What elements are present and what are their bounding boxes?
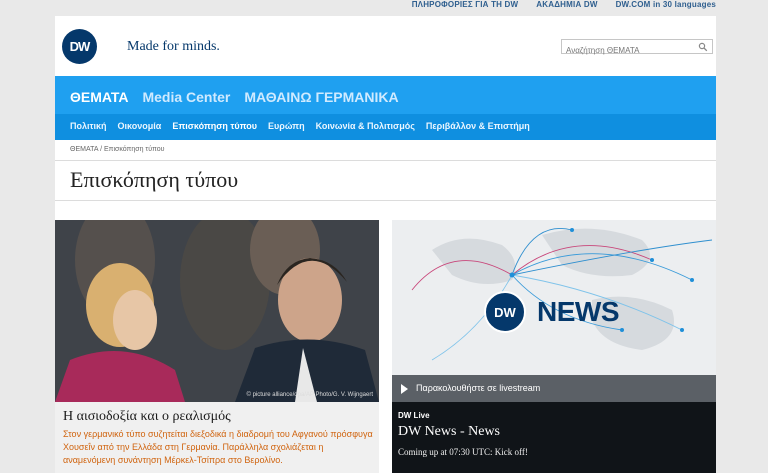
article-headline[interactable]: Η αισιοδοξία και ο ρεαλισμός bbox=[63, 409, 231, 425]
svg-text:DW: DW bbox=[494, 305, 516, 320]
search-box bbox=[561, 39, 713, 57]
subnav-environment-science[interactable]: Περιβάλλον & Επιστήμη bbox=[426, 121, 530, 131]
dw-news-card[interactable]: DW NEWS Παρακολουθήστε σε livestream DW … bbox=[392, 220, 716, 473]
dw-news-caption: DW Live DW News - News Coming up at 07:3… bbox=[392, 402, 716, 473]
play-icon[interactable] bbox=[401, 384, 408, 394]
header: DW Made for minds. bbox=[55, 16, 716, 76]
dw-news-map-graphic[interactable]: DW NEWS bbox=[392, 220, 716, 375]
photo-credit: © picture alliance/dpa/AP Photo/G. V. Wi… bbox=[246, 392, 374, 398]
article-caption: Η αισιοδοξία και ο ρεαλισμός Στον γερμαν… bbox=[55, 402, 379, 473]
toplink-languages[interactable]: DW.COM in 30 languages bbox=[616, 0, 716, 14]
search-icon[interactable] bbox=[698, 42, 708, 52]
article-card[interactable]: © picture alliance/dpa/AP Photo/G. V. Wi… bbox=[55, 220, 379, 473]
subnav-society-culture[interactable]: Κοινωνία & Πολιτισμός bbox=[316, 121, 415, 131]
dw-news-headline[interactable]: DW News - News bbox=[398, 424, 500, 440]
nav-learn-german[interactable]: ΜΑΘΑΙΝΩ ΓΕΡΜΑΝΙΚΑ bbox=[244, 89, 398, 105]
toplink-about[interactable]: ΠΛΗΡΟΦΟΡΙΕΣ ΓΙΑ ΤΗ DW bbox=[412, 0, 519, 14]
breadcrumb[interactable]: ΘΕΜΑΤΑ / Επισκόπηση τύπου bbox=[70, 146, 164, 153]
dw-logo-text: DW bbox=[69, 39, 91, 54]
sub-navigation: Πολιτική Οικονομία Επισκόπηση τύπου Ευρώ… bbox=[55, 114, 716, 140]
top-links: ΠΛΗΡΟΦΟΡΙΕΣ ΓΙΑ ΤΗ DW ΑΚΑΔΗΜΙΑ DW DW.COM… bbox=[412, 0, 716, 14]
subnav-economy[interactable]: Οικονομία bbox=[118, 121, 162, 131]
divider bbox=[55, 160, 716, 161]
livestream-bar[interactable]: Παρακολουθήστε σε livestream bbox=[392, 375, 716, 402]
page-container: DW Made for minds. ΘΕΜΑΤΑ Media Center Μ… bbox=[55, 16, 716, 473]
article-photo[interactable]: © picture alliance/dpa/AP Photo/G. V. Wi… bbox=[55, 220, 379, 402]
dw-logo[interactable]: DW bbox=[62, 29, 97, 64]
photo-illustration bbox=[55, 220, 379, 402]
page-title: Επισκόπηση τύπου bbox=[70, 167, 239, 192]
search-input[interactable] bbox=[562, 44, 700, 57]
dw-news-subtitle: Coming up at 07:30 UTC: Kick off! bbox=[398, 447, 528, 457]
article-summary[interactable]: Στον γερμανικό τύπο συζητείται διεξοδικά… bbox=[63, 428, 375, 467]
dw-live-kicker: DW Live bbox=[398, 411, 430, 420]
subnav-press-review[interactable]: Επισκόπηση τύπου bbox=[172, 121, 257, 131]
toplink-academy[interactable]: ΑΚΑΔΗΜΙΑ DW bbox=[536, 0, 597, 14]
subnav-europe[interactable]: Ευρώπη bbox=[268, 121, 305, 131]
main-navigation: ΘΕΜΑΤΑ Media Center ΜΑΘΑΙΝΩ ΓΕΡΜΑΝΙΚΑ Πο… bbox=[55, 76, 716, 140]
divider bbox=[55, 200, 716, 201]
news-logo-text: NEWS bbox=[537, 296, 620, 327]
subnav-politics[interactable]: Πολιτική bbox=[70, 121, 107, 131]
livestream-label[interactable]: Παρακολουθήστε σε livestream bbox=[416, 383, 540, 393]
nav-media-center[interactable]: Media Center bbox=[142, 89, 230, 105]
slogan: Made for minds. bbox=[127, 39, 220, 54]
nav-themata[interactable]: ΘΕΜΑΤΑ bbox=[70, 89, 128, 105]
